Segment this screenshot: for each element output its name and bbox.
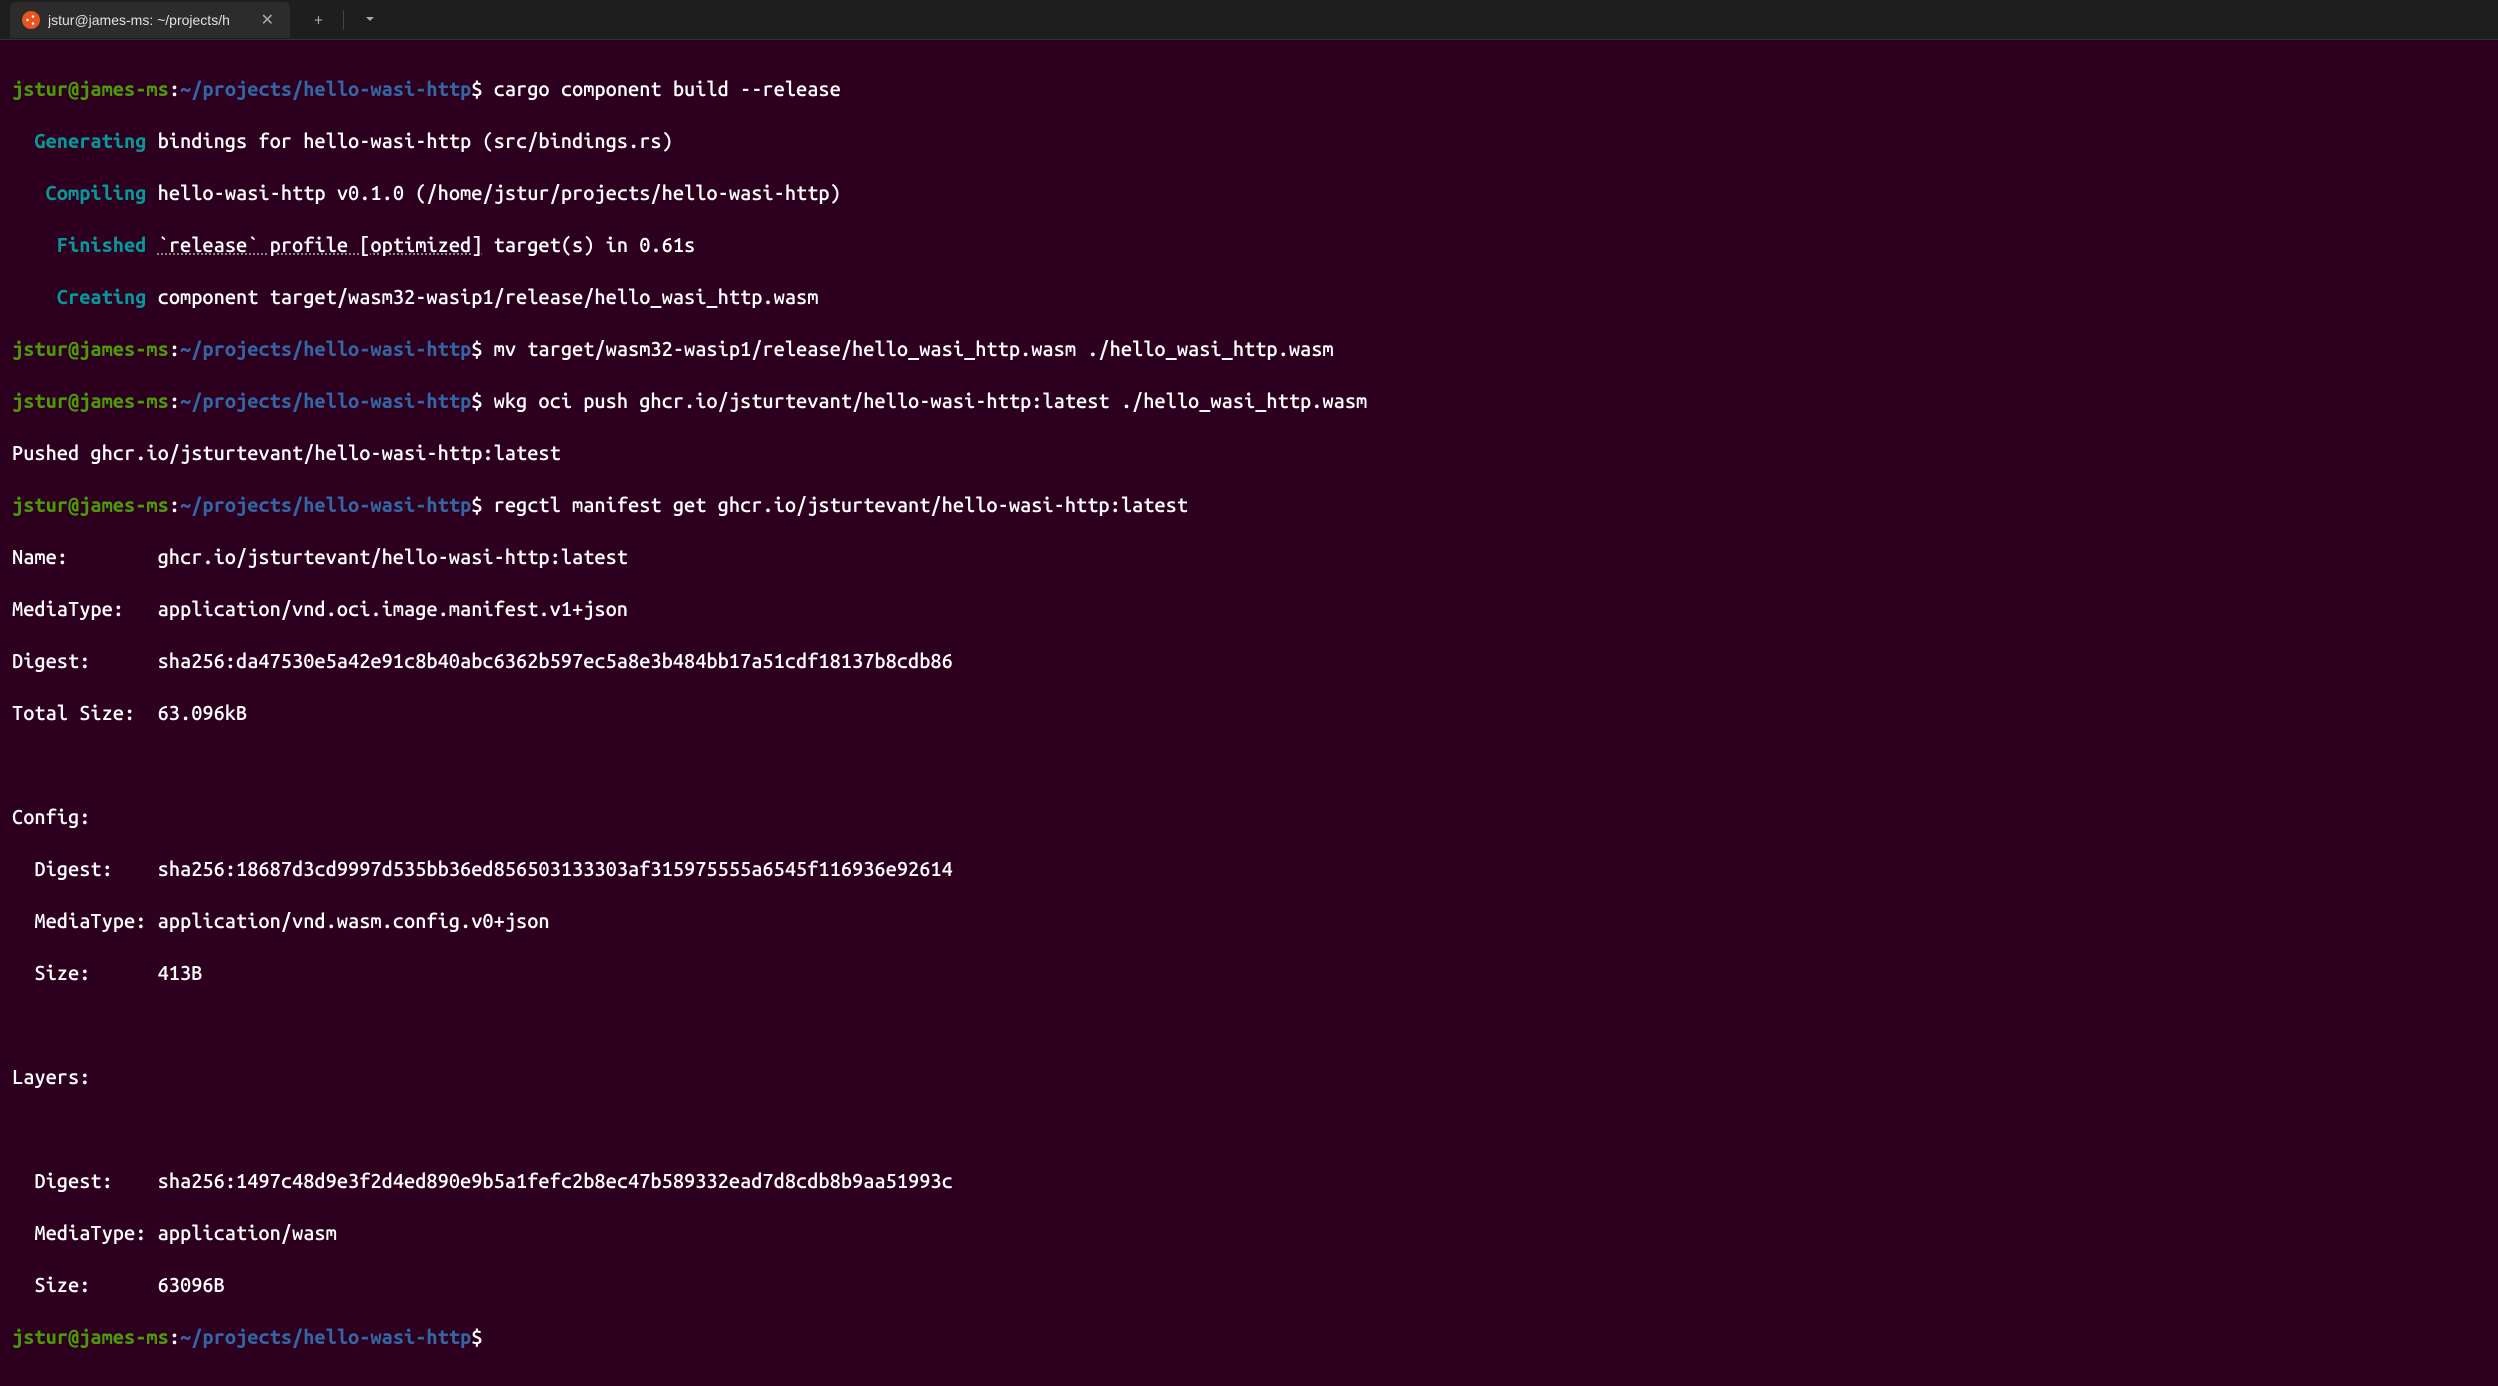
terminal-tab[interactable]: jstur@james-ms: ~/projects/h ✕ xyxy=(10,2,290,38)
layer-mediatype-label: MediaType: xyxy=(34,1221,146,1244)
config-mediatype-value: application/vnd.wasm.config.v0+json xyxy=(158,909,550,932)
manifest-digest-value: sha256:da47530e5a42e91c8b40abc6362b597ec… xyxy=(158,649,953,672)
command-2: mv target/wasm32-wasip1/release/hello_wa… xyxy=(494,337,1334,360)
finished-text: target(s) in 0.61s xyxy=(482,233,695,256)
command-4: regctl manifest get ghcr.io/jsturtevant/… xyxy=(494,493,1188,516)
generating-text: bindings for hello-wasi-http (src/bindin… xyxy=(146,129,672,152)
close-icon[interactable]: ✕ xyxy=(257,10,278,29)
layer-digest-value: sha256:1497c48d9e3f2d4ed890e9b5a1fefc2b8… xyxy=(158,1169,953,1192)
manifest-digest-label: Digest: xyxy=(12,649,90,672)
manifest-totalsize-value: 63.096kB xyxy=(158,701,248,724)
prompt-path: ~/projects/hello-wasi-http xyxy=(180,1325,471,1348)
step-compiling: Compiling xyxy=(46,181,147,204)
config-digest-value: sha256:18687d3cd9997d535bb36ed8565031333… xyxy=(158,857,953,880)
manifest-totalsize-label: Total Size: xyxy=(12,701,135,724)
push-output: Pushed ghcr.io/jsturtevant/hello-wasi-ht… xyxy=(12,441,561,464)
creating-text: component target/wasm32-wasip1/release/h… xyxy=(146,285,818,308)
prompt-user-host: jstur@james-ms xyxy=(12,493,169,516)
prompt-user-host: jstur@james-ms xyxy=(12,77,169,100)
layer-size-label: Size: xyxy=(34,1273,90,1296)
prompt-user-host: jstur@james-ms xyxy=(12,337,169,360)
ubuntu-icon xyxy=(22,11,40,29)
config-header: Config: xyxy=(12,805,90,828)
config-mediatype-label: MediaType: xyxy=(34,909,146,932)
prompt-symbol: $ xyxy=(471,1325,482,1348)
manifest-name-value: ghcr.io/jsturtevant/hello-wasi-http:late… xyxy=(158,545,628,568)
prompt-user-host: jstur@james-ms xyxy=(12,1325,169,1348)
prompt-path: ~/projects/hello-wasi-http xyxy=(180,77,471,100)
manifest-mediatype-label: MediaType: xyxy=(12,597,124,620)
layer-size-value: 63096B xyxy=(158,1273,225,1296)
finished-profile: `release` profile [optimized] xyxy=(158,233,483,256)
command-1: cargo component build --release xyxy=(494,77,841,100)
step-creating: Creating xyxy=(57,285,147,308)
prompt-user-host: jstur@james-ms xyxy=(12,389,169,412)
add-tab-button[interactable]: + xyxy=(306,7,331,33)
prompt-path: ~/projects/hello-wasi-http xyxy=(180,389,471,412)
layers-header: Layers: xyxy=(12,1065,90,1088)
prompt-symbol: $ xyxy=(471,337,482,360)
prompt-path: ~/projects/hello-wasi-http xyxy=(180,493,471,516)
config-size-label: Size: xyxy=(34,961,90,984)
prompt-path: ~/projects/hello-wasi-http xyxy=(180,337,471,360)
title-bar: jstur@james-ms: ~/projects/h ✕ + xyxy=(0,0,2498,40)
manifest-name-label: Name: xyxy=(12,545,68,568)
config-size-value: 413B xyxy=(158,961,203,984)
prompt-symbol: $ xyxy=(471,77,482,100)
config-digest-label: Digest: xyxy=(34,857,112,880)
manifest-mediatype-value: application/vnd.oci.image.manifest.v1+js… xyxy=(158,597,628,620)
step-generating: Generating xyxy=(34,129,146,152)
layer-mediatype-value: application/wasm xyxy=(158,1221,337,1244)
compiling-text: hello-wasi-http v0.1.0 (/home/jstur/proj… xyxy=(146,181,840,204)
terminal-content[interactable]: jstur@james-ms:~/projects/hello-wasi-htt… xyxy=(0,40,2498,1386)
divider xyxy=(343,10,344,30)
prompt-symbol: $ xyxy=(471,493,482,516)
step-finished: Finished xyxy=(57,233,147,256)
command-3: wkg oci push ghcr.io/jsturtevant/hello-w… xyxy=(494,389,1368,412)
layer-digest-label: Digest: xyxy=(34,1169,112,1192)
tab-controls: + xyxy=(306,7,384,33)
prompt-symbol: $ xyxy=(471,389,482,412)
tab-dropdown-button[interactable] xyxy=(356,7,384,33)
tab-title: jstur@james-ms: ~/projects/h xyxy=(48,12,249,28)
